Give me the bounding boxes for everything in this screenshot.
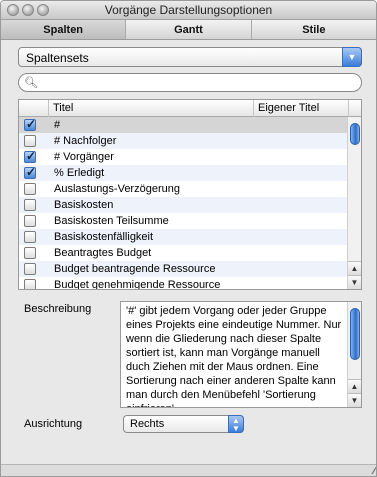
row-checkbox[interactable]	[24, 117, 36, 131]
tab-spalten[interactable]: Spalten	[1, 20, 127, 39]
search-field[interactable]: 🔍︎	[18, 73, 362, 92]
table-row[interactable]: # Nachfolger	[19, 133, 349, 149]
description-box[interactable]: '#' gibt jedem Vorgang oder jeder Gruppe…	[120, 301, 362, 408]
table-row[interactable]: Beantragtes Budget	[19, 245, 349, 261]
row-checkbox[interactable]	[24, 199, 36, 211]
row-title: Basiskostenfälligkeit	[54, 231, 154, 243]
table-header: Titel Eigener Titel	[19, 100, 361, 117]
columnsets-popup[interactable]: Spaltensets ▼	[18, 47, 362, 67]
row-title: #	[54, 119, 61, 131]
alignment-popup-value: Rechts	[130, 418, 165, 430]
magnifier-icon: 🔍︎	[24, 77, 38, 89]
scroll-down-arrow-icon[interactable]: ▼	[348, 275, 361, 289]
options-window: Vorgänge Darstellungsoptionen Spalten Ga…	[0, 0, 377, 477]
row-title: Basiskosten	[54, 199, 114, 211]
row-checkbox[interactable]	[24, 135, 36, 147]
title-bar: Vorgänge Darstellungsoptionen	[1, 1, 376, 20]
window-title: Vorgänge Darstellungsoptionen	[104, 3, 273, 17]
scroll-up-arrow-icon[interactable]: ▲	[348, 261, 361, 275]
header-title[interactable]: Titel	[49, 100, 254, 117]
minimize-button[interactable]	[22, 4, 34, 16]
row-checkbox[interactable]	[24, 279, 36, 289]
row-title: Auslastungs-Verzögerung	[54, 183, 180, 195]
row-title: Budget genehmigende Ressource	[54, 279, 221, 290]
table-row[interactable]: Budget genehmigende Ressource	[19, 277, 349, 290]
table-row[interactable]: #	[19, 117, 349, 133]
row-checkbox[interactable]	[24, 263, 36, 275]
alignment-popup[interactable]: Rechts ▲ ▼	[123, 415, 244, 433]
tab-gantt[interactable]: Gantt	[126, 20, 252, 39]
zoom-button[interactable]	[37, 4, 49, 16]
row-checkbox[interactable]	[24, 215, 36, 227]
table-scrollbar[interactable]: ▲ ▼	[347, 117, 361, 289]
table-row[interactable]: # Vorgänger	[19, 149, 349, 165]
description-scroll-thumb[interactable]	[350, 308, 360, 360]
columnsets-popup-value: Spaltensets	[26, 51, 89, 65]
search-input[interactable]	[39, 75, 354, 90]
tab-bar: Spalten Gantt Stile	[1, 20, 376, 40]
tab-stile[interactable]: Stile	[252, 20, 376, 39]
row-title: # Vorgänger	[54, 151, 114, 163]
row-checkbox[interactable]	[24, 183, 36, 195]
table-row[interactable]: Auslastungs-Verzögerung	[19, 181, 349, 197]
row-checkbox[interactable]	[24, 231, 36, 243]
row-title: Budget beantragende Ressource	[54, 263, 216, 275]
chevron-down-icon: ▼	[342, 47, 362, 67]
up-down-arrows-icon: ▲ ▼	[228, 415, 244, 433]
scroll-down-arrow-icon[interactable]: ▼	[348, 393, 361, 407]
columns-table: Titel Eigener Titel # # Nachfolger # Vor…	[18, 99, 362, 290]
close-button[interactable]	[7, 4, 19, 16]
table-row[interactable]: % Erledigt	[19, 165, 349, 181]
description-scrollbar[interactable]: ▲ ▼	[347, 302, 361, 407]
row-title: % Erledigt	[54, 167, 105, 179]
row-title: Basiskosten Teilsumme	[54, 215, 169, 227]
row-title: Beantragtes Budget	[54, 247, 152, 259]
row-checkbox[interactable]	[24, 247, 36, 259]
alignment-label: Ausrichtung	[24, 418, 83, 430]
header-own-title[interactable]: Eigener Titel	[254, 100, 349, 117]
table-row[interactable]: Budget beantragende Ressource	[19, 261, 349, 277]
window-bottom-bar: ⁄⁄⁄	[1, 464, 376, 476]
row-title: # Nachfolger	[54, 135, 117, 147]
row-checkbox[interactable]	[24, 165, 36, 179]
table-row[interactable]: Basiskostenfälligkeit	[19, 229, 349, 245]
description-label: Beschreibung	[24, 303, 92, 315]
header-checkbox-column[interactable]	[19, 100, 49, 117]
table-scroll-thumb[interactable]	[350, 123, 360, 145]
scroll-up-arrow-icon[interactable]: ▲	[348, 379, 361, 393]
row-checkbox[interactable]	[24, 149, 36, 163]
header-corner	[349, 100, 361, 117]
table-row[interactable]: Basiskosten	[19, 197, 349, 213]
table-rows: # # Nachfolger # Vorgänger % Erledigt Au…	[19, 117, 349, 290]
table-row[interactable]: Basiskosten Teilsumme	[19, 213, 349, 229]
description-text: '#' gibt jedem Vorgang oder jeder Gruppe…	[126, 305, 342, 407]
